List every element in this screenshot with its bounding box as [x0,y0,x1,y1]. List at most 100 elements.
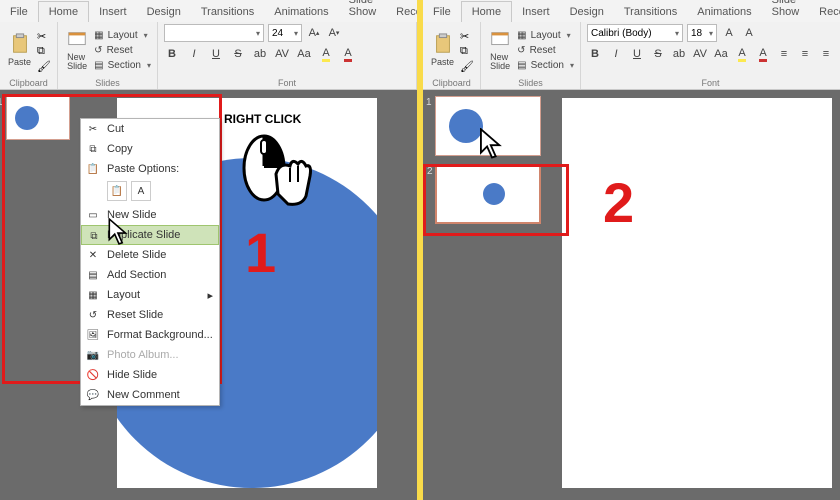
copy-icon[interactable]: ⧉ [37,45,51,58]
ctx-layout[interactable]: ▦Layout▸ [81,285,219,305]
underline-button[interactable]: U [629,46,645,62]
slide-thumbnail-2[interactable]: 2 [435,164,541,224]
ctx-copy[interactable]: ⧉Copy [81,139,219,159]
tab-slideshow[interactable]: Slide Show [339,0,387,22]
spacing-button[interactable]: AV [274,46,290,62]
paste-icon: 📋 [86,162,100,176]
new-slide-icon [66,29,88,51]
section-button[interactable]: ▤Section [94,58,151,73]
tab-bar-right: File Home Insert Design Transitions Anim… [423,0,840,22]
bold-button[interactable]: B [587,46,603,62]
reset-button[interactable]: ↺Reset [517,43,574,58]
reset-button[interactable]: ↺Reset [94,43,151,58]
paste-keep-source[interactable]: 📋 [107,181,127,201]
shrink-font-button[interactable]: A▾ [326,25,342,41]
ctx-add-section[interactable]: ▤Add Section [81,265,219,285]
section-icon: ▤ [86,268,100,282]
align-center-button[interactable]: ≡ [797,46,813,62]
new-slide-button[interactable]: New Slide [487,24,513,76]
grow-font-button[interactable]: A▴ [306,25,322,41]
highlight-button[interactable]: A [318,46,334,62]
tab-record[interactable]: Record [809,2,840,22]
tab-slideshow[interactable]: Slide Show [762,0,810,22]
tab-design[interactable]: Design [137,2,191,22]
tab-transitions[interactable]: Transitions [191,2,264,22]
cursor-icon [479,128,505,160]
clipboard-group-label: Clipboard [0,78,57,88]
ctx-duplicate-slide[interactable]: ⧉Duplicate Slide [81,225,219,245]
paste-label: Paste [8,57,31,67]
font-size-select[interactable]: 18 [687,24,717,42]
delete-icon: ✕ [86,248,100,262]
font-color-button[interactable]: A [340,46,356,62]
shadow-button[interactable]: ab [671,46,687,62]
case-button[interactable]: Aa [296,46,312,62]
tab-insert[interactable]: Insert [89,2,137,22]
paste-button[interactable]: Paste [6,24,33,76]
layout-button[interactable]: ▦Layout [94,28,151,43]
tab-record[interactable]: Record [386,2,417,22]
font-name-select[interactable]: Calibri (Body) [587,24,683,42]
paste-button[interactable]: Paste [429,24,456,76]
ribbon: Paste ✂ ⧉ 🖌 Clipboard New Slide [0,22,417,90]
tab-design[interactable]: Design [560,2,614,22]
font-size-select[interactable]: 24 [268,24,302,42]
font-color-button[interactable]: A [755,46,771,62]
section-button[interactable]: ▤Section [517,58,574,73]
font-name-select[interactable] [164,24,264,42]
underline-button[interactable]: U [208,46,224,62]
slide-thumbnail-pane: 1 [0,90,76,500]
italic-button[interactable]: I [186,46,202,62]
copy-icon: ⧉ [86,142,100,156]
ctx-reset-slide[interactable]: ↺Reset Slide [81,305,219,325]
italic-button[interactable]: I [608,46,624,62]
tab-file[interactable]: File [423,2,461,22]
ctx-new-comment[interactable]: 💬New Comment [81,385,219,405]
cut-icon[interactable]: ✂ [460,30,474,43]
align-right-button[interactable]: ≡ [818,46,834,62]
ctx-paste-options-header: 📋Paste Options: [81,159,219,179]
align-left-button[interactable]: ≡ [776,46,792,62]
spacing-button[interactable]: AV [692,46,708,62]
tab-animations[interactable]: Animations [687,2,761,22]
format-painter-icon[interactable]: 🖌 [37,60,51,73]
tab-home[interactable]: Home [461,1,512,22]
grow-font-button[interactable]: A [721,25,737,41]
layout-button[interactable]: ▦Layout [517,28,574,43]
tab-file[interactable]: File [0,2,38,22]
slide-canvas[interactable] [562,98,832,488]
font-group-label: Font [581,78,840,88]
paste-text-only[interactable]: A [131,181,151,201]
layout-icon: ▦ [94,30,103,41]
ctx-format-background[interactable]: 🖼Format Background... [81,325,219,345]
strike-button[interactable]: S [230,46,246,62]
shadow-button[interactable]: ab [252,46,268,62]
tab-home[interactable]: Home [38,1,89,22]
scissors-icon: ✂ [86,122,100,136]
tab-insert[interactable]: Insert [512,2,560,22]
shrink-font-button[interactable]: A [741,25,757,41]
new-slide-button[interactable]: New Slide [64,24,90,76]
slide-thumbnail-1[interactable]: 1 [6,96,70,140]
tab-animations[interactable]: Animations [264,2,338,22]
strike-button[interactable]: S [650,46,666,62]
step-number-2: 2 [603,170,634,235]
format-painter-icon[interactable]: 🖌 [460,60,474,73]
ctx-photo-album: 📷Photo Album... [81,345,219,365]
case-button[interactable]: Aa [713,46,729,62]
cursor-icon [108,218,130,246]
cut-icon[interactable]: ✂ [37,30,51,43]
tab-transitions[interactable]: Transitions [614,2,687,22]
copy-icon[interactable]: ⧉ [460,45,474,58]
step-number-1: 1 [245,220,276,285]
thumbnail-number: 2 [427,166,433,177]
ctx-hide-slide[interactable]: 🚫Hide Slide [81,365,219,385]
ctx-delete-slide[interactable]: ✕Delete Slide [81,245,219,265]
bold-button[interactable]: B [164,46,180,62]
duplicate-icon: ⧉ [87,229,101,243]
highlight-button[interactable]: A [734,46,750,62]
ctx-new-slide[interactable]: ▭New Slide [81,205,219,225]
paste-label: Paste [431,57,454,67]
ctx-cut[interactable]: ✂Cut [81,119,219,139]
slides-group-label: Slides [481,78,580,88]
